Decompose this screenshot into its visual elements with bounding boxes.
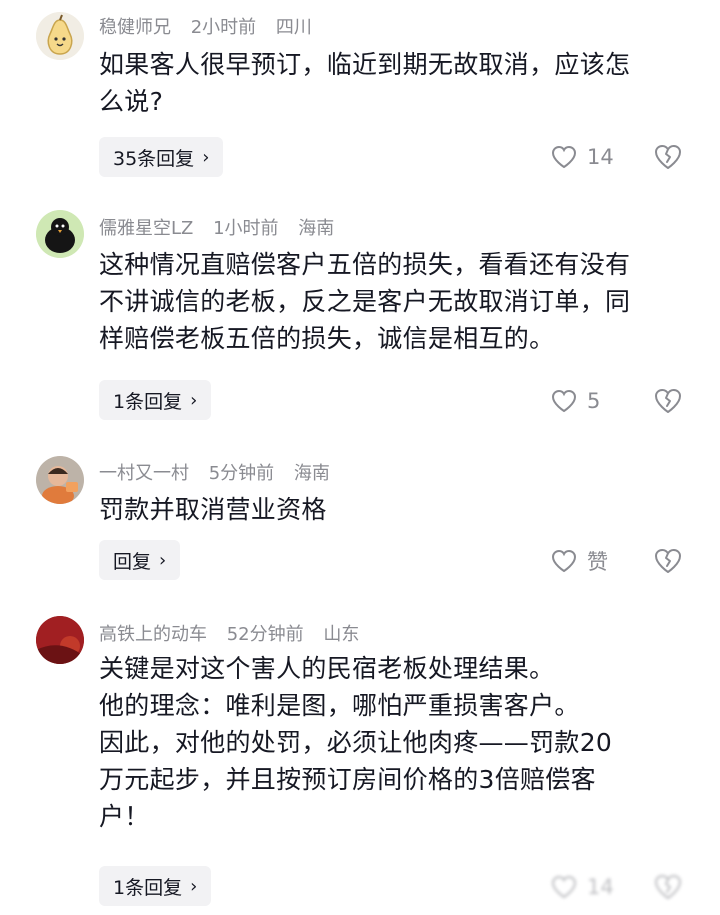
like-count: 14 (587, 145, 614, 169)
comment-meta: 一村又一村 5分钟前 海南 (99, 459, 330, 485)
comment-text: 这种情况直赔偿客户五倍的损失，看看还有没有 不讲诚信的老板，反之是客户无故取消订… (99, 250, 631, 353)
like-button[interactable]: 14 (551, 872, 614, 902)
like-button[interactable]: 赞 (551, 546, 608, 576)
heart-outline-icon (551, 389, 577, 413)
red-photo-avatar (36, 616, 84, 664)
like-button[interactable]: 5 (551, 386, 600, 416)
reply-label: 35条回复 (113, 147, 195, 170)
comment-meta: 稳健师兄 2小时前 四川 (99, 13, 312, 39)
dislike-button[interactable] (654, 873, 682, 901)
avatar[interactable] (36, 210, 84, 258)
username[interactable]: 儒雅星空LZ (99, 218, 193, 239)
chevron-right-icon: › (159, 549, 167, 571)
username[interactable]: 一村又一村 (99, 463, 189, 484)
username[interactable]: 稳健师兄 (99, 17, 171, 38)
black-bird-avatar (36, 210, 84, 258)
comment-text: 罚款并取消营业资格 (99, 495, 327, 524)
location: 海南 (298, 218, 335, 239)
location: 海南 (293, 463, 330, 484)
timestamp: 1小时前 (213, 218, 279, 239)
heart-outline-icon (551, 875, 577, 899)
pear-cartoon-avatar (36, 12, 84, 60)
like-button[interactable]: 14 (551, 142, 614, 172)
timestamp: 52分钟前 (226, 624, 304, 645)
comment-text: 如果客人很早预订，临近到期无故取消，应该怎 么说? (99, 50, 631, 116)
comment-meta: 儒雅星空LZ 1小时前 海南 (99, 214, 334, 240)
child-photo-avatar (36, 456, 84, 504)
like-count: 5 (587, 389, 601, 413)
dislike-button[interactable] (654, 387, 682, 415)
chevron-right-icon: › (190, 389, 198, 411)
view-replies-button[interactable]: 35条回复 › (99, 137, 224, 177)
comment-meta: 高铁上的动车 52分钟前 山东 (99, 620, 359, 646)
location: 山东 (323, 624, 360, 645)
view-replies-button[interactable]: 1条回复 › (99, 866, 212, 906)
like-count: 赞 (587, 550, 608, 574)
reply-label: 1条回复 (113, 876, 183, 899)
chevron-right-icon: › (190, 875, 198, 897)
avatar[interactable] (36, 12, 84, 60)
comment-text: 关键是对这个害人的民宿老板处理结果。 他的理念：唯利是图，哪怕严重损害客户。 因… (99, 654, 613, 831)
avatar[interactable] (36, 456, 84, 504)
reply-label: 回复 (113, 550, 152, 573)
timestamp: 2小时前 (190, 17, 257, 38)
broken-heart-icon (655, 145, 681, 169)
reply-button[interactable]: 回复 › (99, 540, 181, 580)
broken-heart-icon (655, 549, 681, 573)
broken-heart-icon (655, 875, 681, 899)
view-replies-button[interactable]: 1条回复 › (99, 380, 212, 420)
like-count: 14 (587, 875, 614, 899)
dislike-button[interactable] (654, 547, 682, 575)
avatar[interactable] (36, 616, 84, 664)
location: 四川 (275, 17, 312, 38)
chevron-right-icon: › (202, 146, 210, 168)
username[interactable]: 高铁上的动车 (99, 624, 207, 645)
reply-label: 1条回复 (113, 390, 183, 413)
dislike-button[interactable] (654, 143, 682, 171)
heart-outline-icon (551, 145, 577, 169)
timestamp: 5分钟前 (208, 463, 275, 484)
heart-outline-icon (551, 549, 577, 573)
broken-heart-icon (655, 389, 681, 413)
